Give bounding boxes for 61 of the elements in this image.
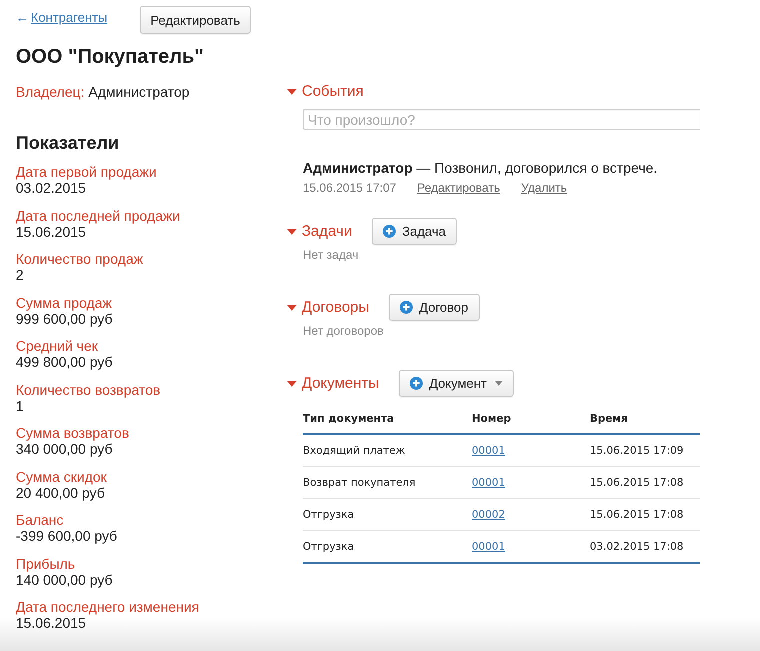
metric-value: 15.06.2015 — [16, 224, 86, 240]
section-toggle[interactable]: Задачи — [287, 222, 352, 240]
section-toggle[interactable]: События — [287, 83, 364, 101]
metric-label: Дата первой продажи — [16, 164, 157, 180]
metric-value: 2 — [16, 267, 24, 283]
metric-label: Баланс — [16, 512, 64, 528]
owner-label: Владелец: — [16, 84, 85, 100]
metric-value: 03.02.2015 — [16, 180, 86, 196]
event-action-link[interactable]: Удалить — [521, 180, 568, 196]
metric-value: 140 000,00 руб — [16, 572, 113, 588]
add-button[interactable]: Договор — [389, 294, 480, 321]
metric-label: Средний чек — [16, 338, 98, 354]
column-header: Тип документа — [303, 413, 394, 425]
back-link[interactable]: ←Контрагенты — [16, 10, 108, 26]
metric-value: 499 800,00 руб — [16, 354, 113, 370]
section-toggle[interactable]: Документы — [287, 374, 380, 392]
event-action-link[interactable]: Редактировать — [417, 180, 500, 196]
document-number-link[interactable]: 00001 — [472, 476, 506, 488]
document-number-link[interactable]: 00001 — [472, 540, 506, 552]
metric-label: Сумма продаж — [16, 294, 112, 310]
plus-icon — [410, 377, 424, 390]
document-number-link[interactable]: 00001 — [472, 444, 506, 456]
metric-value: 999 600,00 руб — [16, 310, 113, 326]
owner-value: Администратор — [88, 84, 190, 100]
event-input[interactable]: Что произошло? — [303, 109, 700, 130]
document-number-link[interactable]: 00002 — [472, 508, 506, 520]
add-button[interactable]: Документ — [399, 370, 514, 397]
metric-label: Количество возвратов — [16, 382, 161, 398]
metric-label: Прибыль — [16, 556, 76, 572]
table-cell: Отгрузка — [303, 540, 354, 552]
plus-icon — [400, 301, 414, 314]
metric-value: 15.06.2015 — [16, 615, 86, 631]
empty-message: Нет договоров — [303, 324, 384, 338]
metric-value: 20 400,00 руб — [16, 484, 105, 500]
table-cell: 15.06.2015 17:08 — [590, 476, 684, 488]
table-cell: Возврат покупателя — [303, 476, 416, 488]
edit-button[interactable]: Редактировать — [140, 6, 252, 34]
table-cell: 15.06.2015 17:08 — [590, 508, 684, 520]
event-time: 15.06.2015 17:07 — [303, 180, 396, 196]
metric-label: Количество продаж — [16, 251, 144, 267]
event-text: Администратор — Позвонил, договорился о встрече. — [303, 159, 658, 177]
add-button[interactable]: Задача — [372, 218, 457, 245]
metric-label: Дата последней продажи — [16, 208, 180, 224]
metric-value: 1 — [16, 398, 24, 414]
metric-value: -399 600,00 руб — [16, 528, 118, 544]
column-header: Время — [590, 413, 628, 425]
table-cell: 03.02.2015 17:08 — [590, 540, 684, 552]
table-cell: Входящий платеж — [303, 444, 406, 456]
table-cell: Отгрузка — [303, 508, 354, 520]
empty-message: Нет задач — [303, 248, 359, 262]
caret-icon — [495, 381, 503, 386]
column-header: Номер — [472, 413, 512, 425]
table-cell: 15.06.2015 17:09 — [590, 444, 684, 456]
plus-icon — [383, 225, 396, 238]
metric-label: Сумма скидок — [16, 468, 107, 484]
page-title: ООО "Покупатель" — [16, 45, 204, 69]
metric-label: Сумма возвратов — [16, 425, 130, 441]
section-toggle[interactable]: Договоры — [287, 298, 370, 316]
metric-label: Дата последнего изменения — [16, 599, 200, 615]
section-title: Показатели — [16, 132, 120, 154]
metric-value: 340 000,00 руб — [16, 441, 113, 457]
